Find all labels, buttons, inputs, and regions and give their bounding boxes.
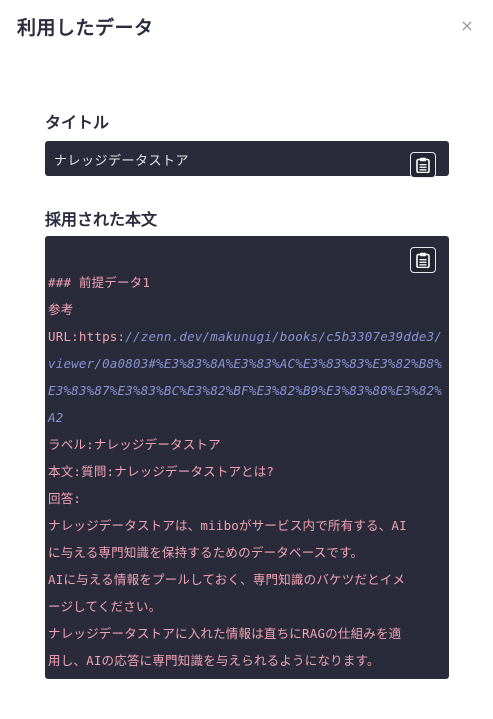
clipboard-icon <box>416 157 430 173</box>
content-paragraph-2a: AIに与える情報をプールしておく、専門知識のバケツだとイメ <box>48 572 406 587</box>
content-paragraph-1b: に与える専門知識を保持するためのデータベースです。 <box>48 545 364 560</box>
content-paragraph-3b: 用し、AIの応答に専門知識を与えられるようになります。 <box>48 653 380 668</box>
title-field: ナレッジデータストア <box>45 141 449 178</box>
content-body-line: 本文:質問:ナレッジデータストアとは? <box>48 464 275 479</box>
close-icon[interactable]: × <box>458 15 476 37</box>
content-label-line: ラベル:ナレッジデータストア <box>48 437 221 452</box>
used-data-modal: 利用したデータ × タイトル ナレッジデータストア 採用された本文 ### 前提… <box>0 0 493 719</box>
url-prefix: URL:https: <box>48 329 126 344</box>
copy-title-button[interactable] <box>410 152 436 178</box>
content-paragraph-2b: ージしてください。 <box>48 599 162 614</box>
content-reference-label: 参考 <box>48 302 74 317</box>
clipboard-icon <box>416 252 430 268</box>
modal-title: 利用したデータ <box>17 17 154 39</box>
title-value: ナレッジデータストア <box>54 154 190 169</box>
content-heading: ### 前提データ1 <box>48 275 151 290</box>
content-section-label: 採用された本文 <box>45 210 158 229</box>
content-url[interactable]: URL:https://zenn.dev/makunugi/books/c5b3… <box>48 323 444 431</box>
content-paragraph-3a: ナレッジデータストアに入れた情報は直ちにRAGの仕組みを適 <box>48 626 402 641</box>
content-answer-label: 回答: <box>48 491 82 506</box>
content-text: ### 前提データ1 参考 URL:https://zenn.dev/makun… <box>48 269 444 674</box>
content-paragraph-1a: ナレッジデータストアは、miiboがサービス内で所有する、AI <box>48 518 407 533</box>
content-field: ### 前提データ1 参考 URL:https://zenn.dev/makun… <box>45 236 449 679</box>
title-section-label: タイトル <box>45 113 110 132</box>
